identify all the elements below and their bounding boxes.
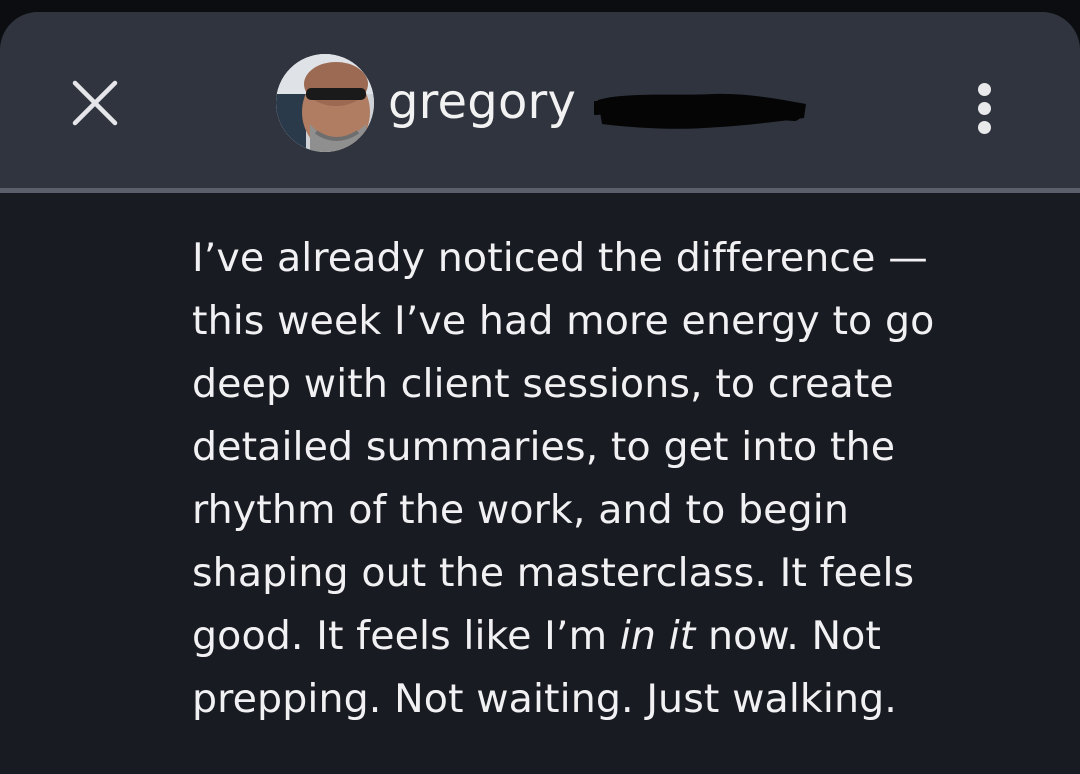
message-line: deep with client sessions, to create [192, 361, 894, 407]
message-text-segment: now. Not [695, 613, 882, 659]
message-line: shaping out the masterclass. It feels [192, 550, 915, 596]
message-line: I’ve already noticed the difference — [192, 235, 928, 281]
more-vertical-icon [977, 101, 991, 115]
more-options-button[interactable] [956, 70, 1012, 146]
message-text: I’ve already noticed the difference — th… [192, 227, 1052, 731]
close-icon [72, 80, 118, 126]
message-text-segment: good. It feels like I’m [192, 613, 620, 659]
redaction-mark [594, 93, 806, 129]
close-button[interactable] [62, 70, 128, 136]
message-line: detailed summaries, to get into the [192, 424, 896, 470]
avatar-photo [276, 54, 374, 152]
message-line: rhythm of the work, and to begin [192, 487, 849, 533]
username[interactable]: gregory [388, 72, 576, 132]
emphasized-text: in it [619, 613, 696, 659]
message-line: prepping. Not waiting. Just walking. [192, 676, 897, 722]
message-line: good. It feels like I’m in it now. Not [192, 605, 1052, 668]
more-vertical-icon [977, 120, 991, 134]
avatar[interactable] [276, 54, 374, 152]
sheet-header: gregory [0, 12, 1080, 188]
message-line: this week I’ve had more energy to go [192, 298, 935, 344]
more-vertical-icon [977, 82, 991, 96]
message-sheet: gregory I’ve already noticed the differe… [0, 12, 1080, 774]
header-divider [0, 188, 1080, 193]
